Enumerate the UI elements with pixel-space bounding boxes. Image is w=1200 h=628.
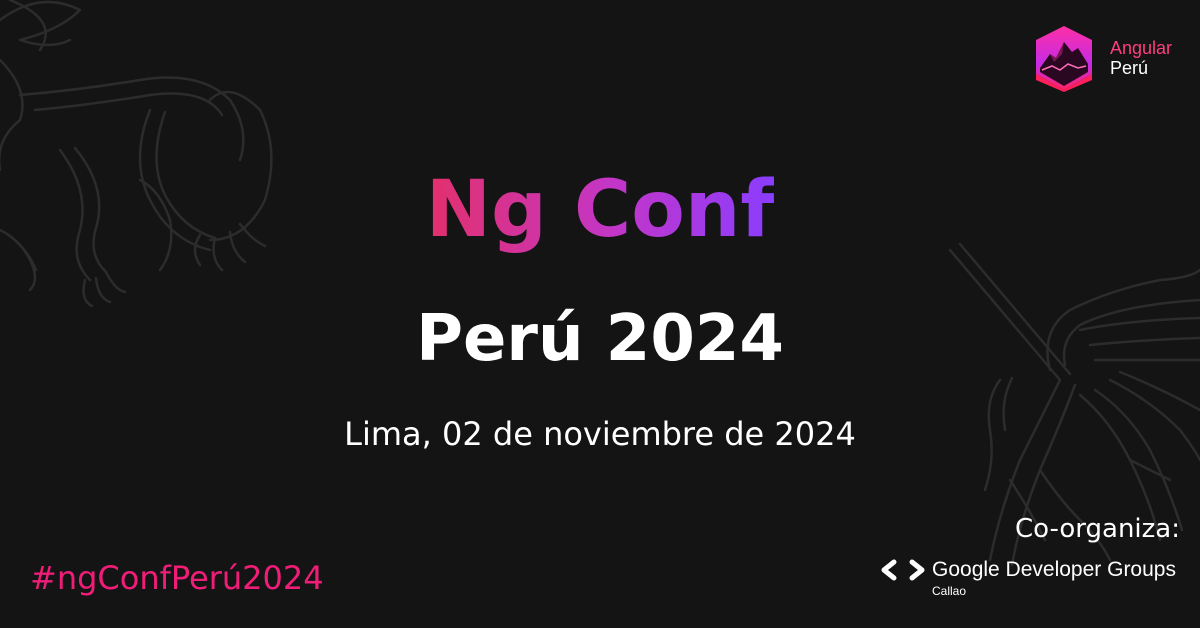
logo-name-line1: Angular (1110, 38, 1173, 58)
event-date: Lima, 02 de noviembre de 2024 (344, 415, 856, 453)
coorganizer-label: Co-organiza: (1014, 514, 1180, 544)
event-hashtag: #ngConfPerú2024 (30, 559, 324, 597)
event-subtitle: Perú 2024 (416, 302, 784, 376)
event-title: Ng Conf (0, 162, 1200, 258)
nazca-monkey-art (0, 0, 273, 308)
logo-name-line2: Perú (1110, 58, 1149, 78)
gdg-brackets-icon (881, 559, 925, 581)
angular-peru-shield-icon (1036, 26, 1092, 92)
gdg-city: Callao (932, 584, 967, 598)
angular-peru-logo: Angular Perú (1032, 24, 1172, 94)
event-title-text: Ng Conf (425, 165, 775, 255)
gdg-name: Google Developer Groups (932, 558, 1176, 581)
gdg-logo: Google Developer Groups Callao (880, 556, 1190, 602)
angular-peru-wordmark: Angular Perú (1110, 38, 1172, 78)
